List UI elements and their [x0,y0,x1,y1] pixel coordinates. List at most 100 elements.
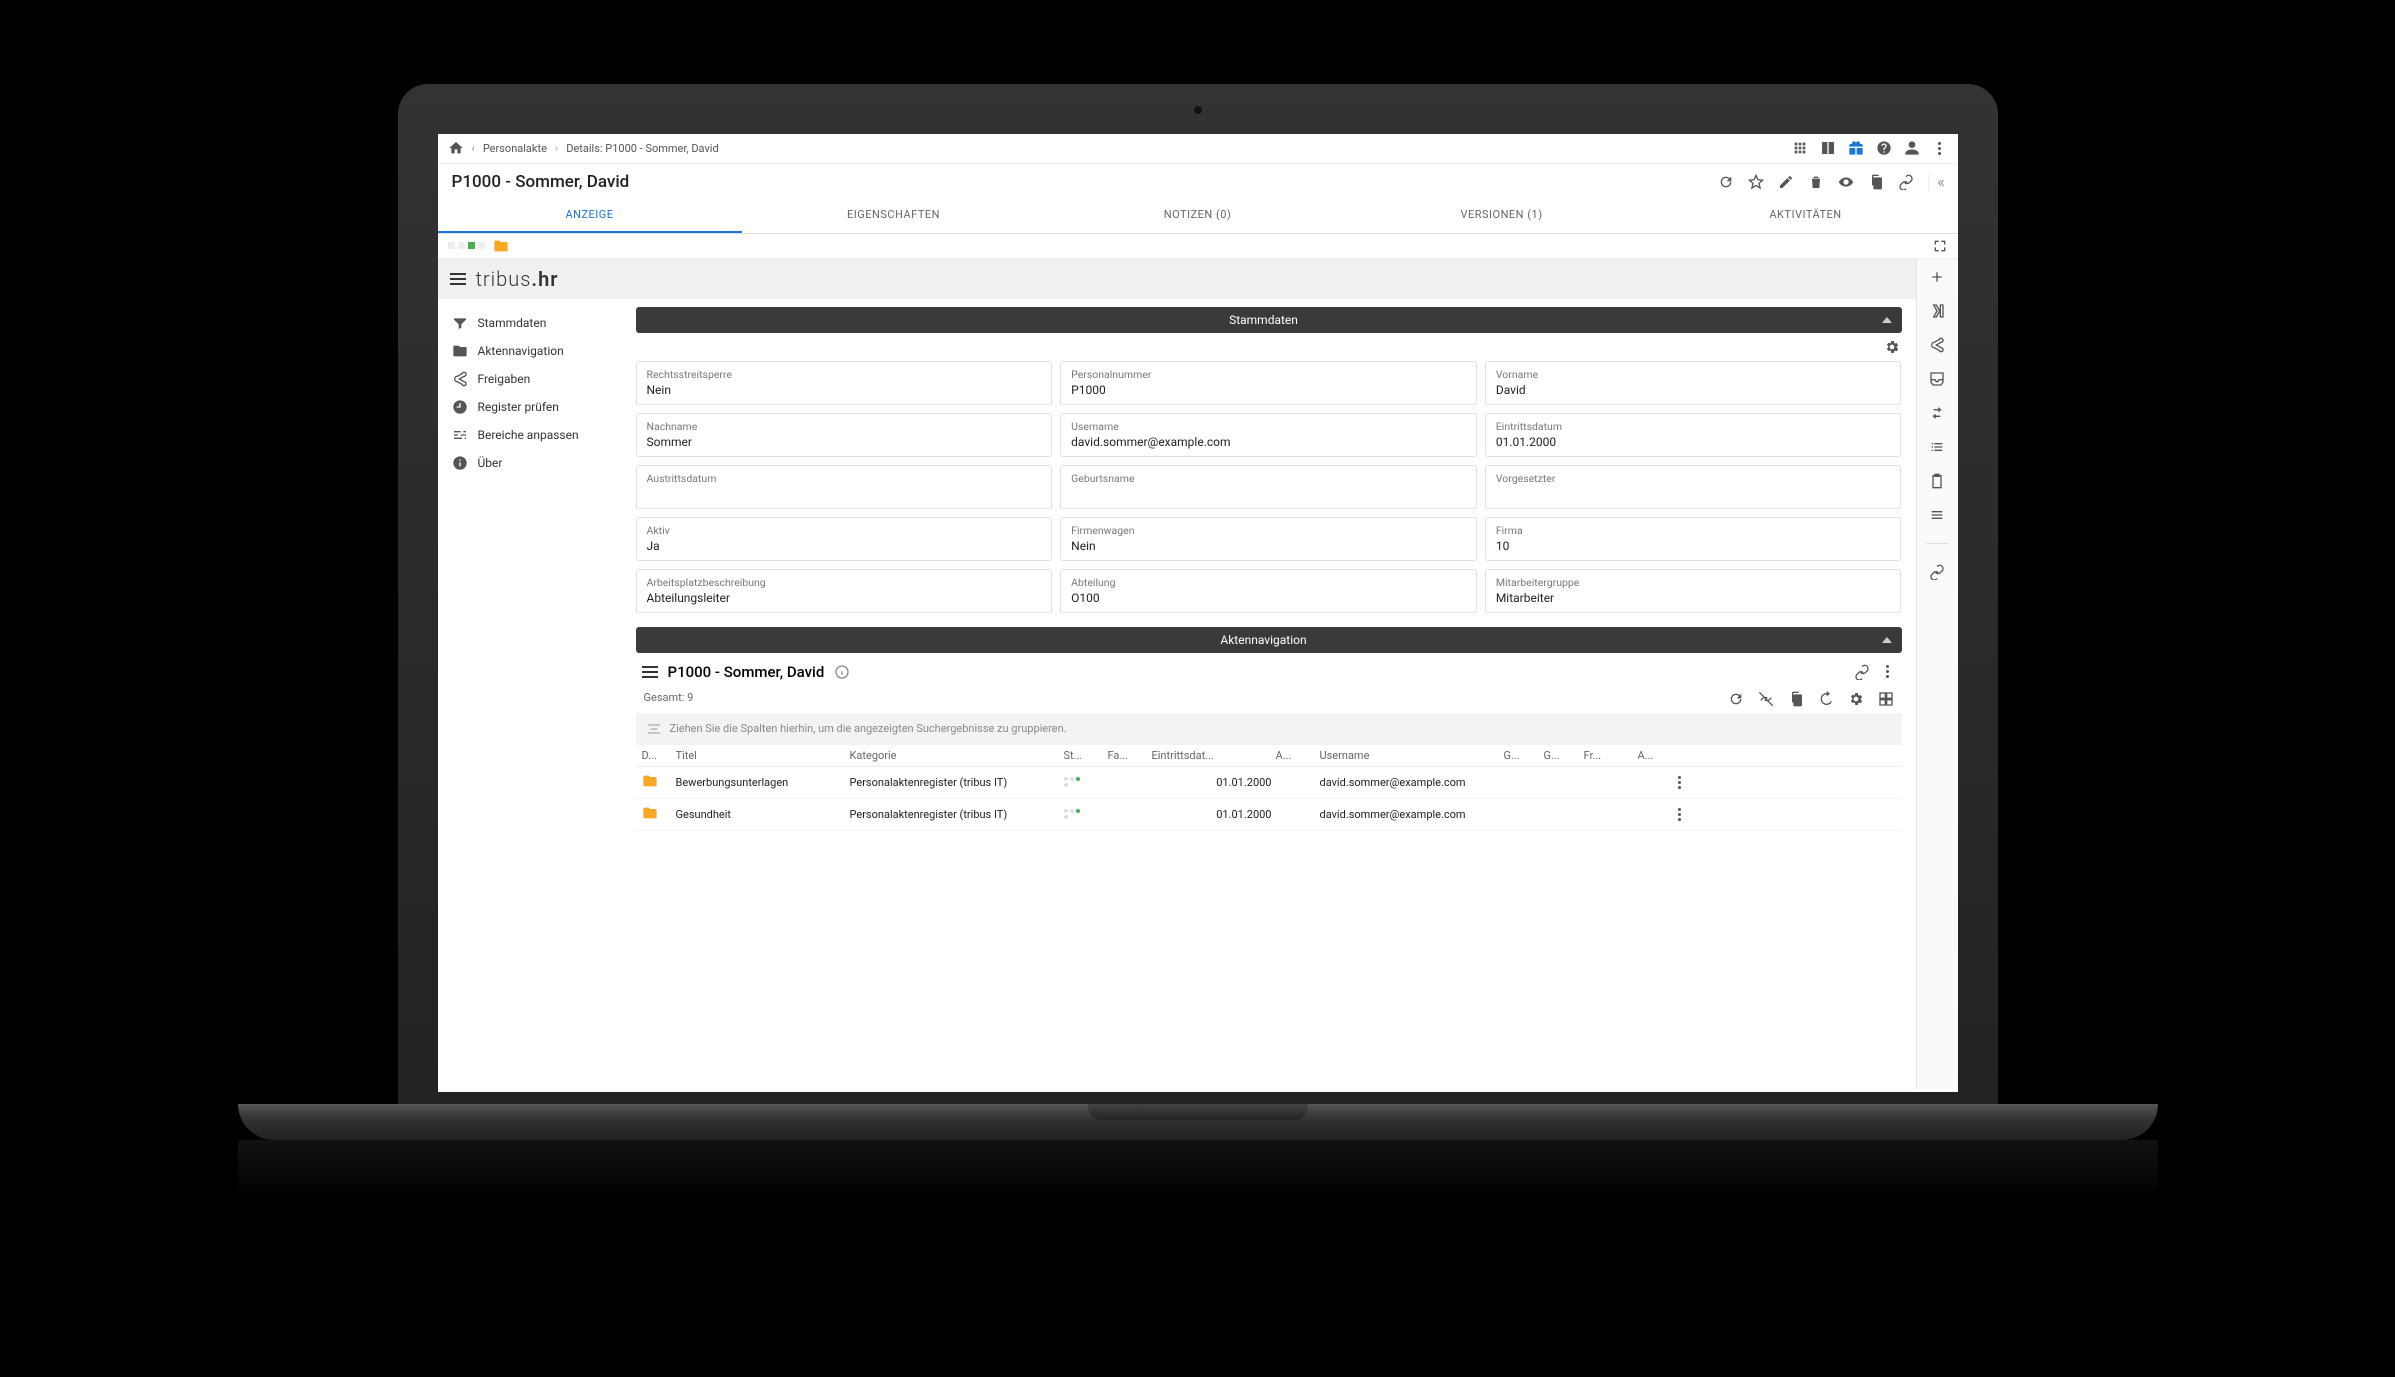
field-2[interactable]: VornameDavid [1485,361,1902,405]
home-icon[interactable] [448,140,464,156]
main-content: Stammdaten RechtsstreitsperreNeinPersona… [628,299,1916,1089]
breadcrumb-root[interactable]: Personalakte [483,142,547,155]
history-icon[interactable] [1818,691,1834,707]
expand-sidebar-icon[interactable]: « [1928,174,1944,190]
columns-icon[interactable] [1820,140,1836,156]
col-header[interactable]: St... [1064,749,1104,762]
table-row[interactable]: BewerbungsunterlagenPersonalaktenregiste… [636,767,1902,799]
sidenav-freigaben[interactable]: Freigaben [444,365,622,393]
tab-notizen[interactable]: NOTIZEN (0) [1046,198,1350,233]
paste-icon[interactable] [1788,691,1804,707]
more2-icon[interactable] [1880,664,1896,680]
field-3[interactable]: NachnameSommer [636,413,1053,457]
col-header[interactable]: A... [1638,749,1674,762]
unlink-icon[interactable] [1758,691,1774,707]
field-value: 01.01.2000 [1496,435,1891,449]
tab-anzeige[interactable]: ANZEIGE [438,198,742,233]
more-icon[interactable] [1932,140,1948,156]
breadcrumb-detail[interactable]: Details: P1000 - Sommer, David [566,142,718,155]
help-icon[interactable] [1876,140,1892,156]
field-9[interactable]: AktivJa [636,517,1053,561]
panel-nav-header[interactable]: Aktennavigation [636,627,1902,653]
delete-icon[interactable] [1808,174,1824,190]
user-icon[interactable] [1904,140,1920,156]
sidenav-register[interactable]: Register prüfen [444,393,622,421]
checklist-icon[interactable] [1929,439,1945,455]
field-4[interactable]: Usernamedavid.sommer@example.com [1060,413,1477,457]
col-header[interactable]: Titel [676,749,846,762]
panel-aktennavigation: Aktennavigation P1000 - Sommer, David [636,627,1902,831]
clipboard-icon[interactable] [1868,174,1884,190]
collapse-icon [1882,317,1892,323]
share2-icon[interactable] [1929,337,1945,353]
field-label: Firma [1496,524,1891,537]
row-more-icon[interactable] [1678,808,1702,821]
col-header[interactable]: Fr... [1584,749,1634,762]
col-header[interactable]: Fa... [1108,749,1148,762]
field-1[interactable]: PersonalnummerP1000 [1060,361,1477,405]
link-icon[interactable] [1898,174,1914,190]
link3-icon[interactable] [1929,564,1945,580]
col-header[interactable]: Username [1320,749,1500,762]
field-label: Eintrittsdatum [1496,420,1891,433]
sidenav-bereiche[interactable]: Bereiche anpassen [444,421,622,449]
sidenav-stammdaten[interactable]: Stammdaten [444,309,622,337]
col-header[interactable]: Kategorie [850,749,1060,762]
brand-logo: tribus.hr [476,267,559,291]
gear-icon[interactable] [1884,339,1900,355]
merge-icon[interactable] [1929,303,1945,319]
field-value: Abteilungsleiter [647,591,1042,605]
group-by-bar[interactable]: Ziehen Sie die Spalten hierhin, um die a… [636,713,1902,745]
field-12[interactable]: ArbeitsplatzbeschreibungAbteilungsleiter [636,569,1053,613]
row-folder-icon [642,773,672,792]
field-10[interactable]: FirmenwagenNein [1060,517,1477,561]
apps-icon[interactable] [1792,140,1808,156]
row-more-icon[interactable] [1678,776,1702,789]
field-6[interactable]: Austrittsdatum [636,465,1053,509]
field-0[interactable]: RechtsstreitsperreNein [636,361,1053,405]
field-11[interactable]: Firma10 [1485,517,1902,561]
back-chevron[interactable]: ‹ [472,142,475,155]
gift-icon[interactable] [1848,140,1864,156]
field-8[interactable]: Vorgesetzter [1485,465,1902,509]
plus-icon[interactable] [1929,269,1945,285]
refresh2-icon[interactable] [1728,691,1744,707]
field-value: Nein [1071,539,1466,553]
field-13[interactable]: AbteilungO100 [1060,569,1477,613]
field-14[interactable]: MitarbeitergruppeMitarbeiter [1485,569,1902,613]
filter-icon [452,315,468,331]
field-7[interactable]: Geburtsname [1060,465,1477,509]
tab-versionen[interactable]: VERSIONEN (1) [1350,198,1654,233]
tab-eigenschaften[interactable]: EIGENSCHAFTEN [742,198,1046,233]
folder-nav-icon [452,343,468,359]
info-outline-icon[interactable] [834,664,850,680]
col-header[interactable]: G... [1544,749,1580,762]
grid-icon[interactable] [1878,691,1894,707]
tab-aktivitaeten[interactable]: AKTIVITÄTEN [1654,198,1958,233]
sidenav-aktennavigation[interactable]: Aktennavigation [444,337,622,365]
sidenav-ueber[interactable]: Über [444,449,622,477]
clipboard2-icon[interactable] [1929,473,1945,489]
panel-nav-title: Aktennavigation [646,633,1882,647]
panel-stammdaten-header[interactable]: Stammdaten [636,307,1902,333]
menu-icon[interactable] [450,273,466,285]
refresh-icon[interactable] [1718,174,1734,190]
table-row[interactable]: GesundheitPersonalaktenregister (tribus … [636,799,1902,831]
swap-icon[interactable] [1929,405,1945,421]
field-value: Sommer [647,435,1042,449]
row-kategorie: Personalaktenregister (tribus IT) [850,776,1060,789]
star-icon[interactable] [1748,174,1764,190]
col-header[interactable]: Eintrittsdat... [1152,749,1272,762]
edit-icon[interactable] [1778,174,1794,190]
field-5[interactable]: Eintrittsdatum 01.01.2000 [1485,413,1902,457]
col-header[interactable]: G... [1504,749,1540,762]
list-icon[interactable] [642,666,658,678]
eye-icon[interactable] [1838,174,1854,190]
inbox-icon[interactable] [1929,371,1945,387]
list-icon[interactable] [1929,507,1945,523]
col-header[interactable]: A... [1276,749,1316,762]
fullscreen-icon[interactable] [1932,238,1948,254]
col-header[interactable]: D... [642,749,672,762]
link2-icon[interactable] [1854,664,1870,680]
gear2-icon[interactable] [1848,691,1864,707]
